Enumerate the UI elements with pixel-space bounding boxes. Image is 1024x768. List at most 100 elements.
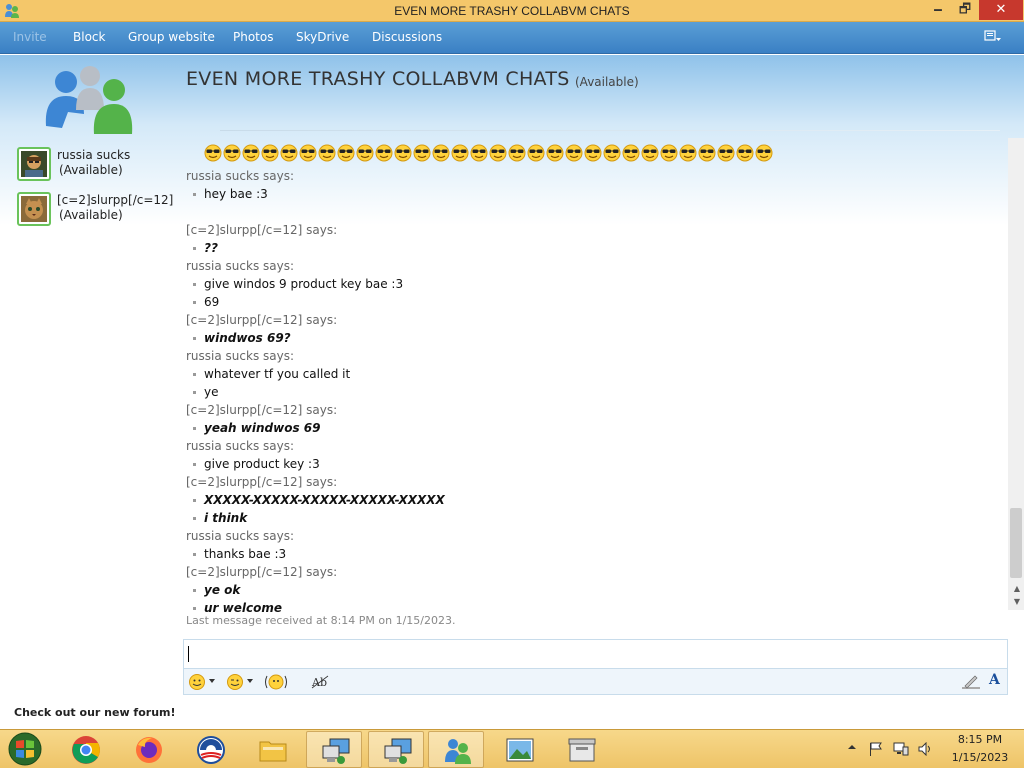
archive-icon xyxy=(568,738,596,762)
contact-status: (Available) xyxy=(59,163,123,177)
chat-title: EVEN MORE TRASHY COLLABVM CHATS xyxy=(186,68,570,90)
message-sender: russia sucks says: xyxy=(186,529,295,543)
message-history[interactable]: russia sucks says: hey bae :3 [c=2]slurpp[… xyxy=(186,138,1006,633)
message-text: hey bae :3 xyxy=(186,185,986,203)
network-icon[interactable] xyxy=(893,742,909,756)
contact-russia-sucks[interactable]: russia sucks (Available) xyxy=(17,147,177,187)
remote-desktop-2-taskbar-button[interactable] xyxy=(368,731,424,768)
photos-button[interactable]: Photos xyxy=(233,30,273,44)
sunglasses-emoticon-icon xyxy=(717,144,735,162)
obama-logo-taskbar-button[interactable] xyxy=(182,731,238,768)
contact-avatar-icon xyxy=(21,196,47,222)
sunglasses-emoticon-icon xyxy=(280,144,298,162)
sunglasses-emoticon-icon xyxy=(470,144,488,162)
sunglasses-emoticon-icon xyxy=(603,144,621,162)
message-text: ye xyxy=(186,383,986,401)
sunglasses-emoticon-icon xyxy=(394,144,412,162)
scroll-down-arrow-icon[interactable]: ▼ xyxy=(1012,597,1022,607)
message-sender: russia sucks says: xyxy=(186,169,295,183)
sunglasses-emoticon-icon xyxy=(242,144,260,162)
message-text: ye ok xyxy=(186,581,986,599)
font-button[interactable]: A xyxy=(989,672,1000,688)
nudge-icon[interactable] xyxy=(264,673,288,691)
sunglasses-emoticon-icon xyxy=(660,144,678,162)
show-hidden-icons-icon[interactable] xyxy=(847,742,857,752)
message-text: yeah windwos 69 xyxy=(186,419,986,437)
start-orb-icon xyxy=(8,732,42,766)
message-sender: russia sucks says: xyxy=(186,349,295,363)
message-sender: [c=2]slurpp[/c=12] says: xyxy=(186,403,338,417)
sunglasses-emoticon-icon xyxy=(527,144,545,162)
message-text: i think xyxy=(186,509,986,527)
invite-button[interactable]: Invite xyxy=(13,30,47,44)
forum-link[interactable]: Check out our new forum! xyxy=(14,706,176,719)
sunglasses-emoticon-icon xyxy=(261,144,279,162)
sunglasses-emoticon-icon xyxy=(546,144,564,162)
message-text: give product key :3 xyxy=(186,455,986,473)
wink-icon[interactable] xyxy=(226,673,244,691)
chrome-taskbar-button[interactable] xyxy=(57,731,113,768)
toolbar: Invite Block Group website Photos SkyDri… xyxy=(0,22,1024,54)
sunglasses-emoticon-icon xyxy=(698,144,716,162)
chevron-down-icon[interactable] xyxy=(209,679,215,683)
sunglasses-emoticon-icon xyxy=(299,144,317,162)
message-sender: russia sucks says: xyxy=(186,439,295,453)
sunglasses-emoticon-icon xyxy=(451,144,469,162)
menu-icon[interactable] xyxy=(984,29,1002,45)
sunglasses-emoticon-icon xyxy=(584,144,602,162)
flag-icon[interactable] xyxy=(868,742,884,756)
minimize-button[interactable]: 🗕 xyxy=(925,0,951,20)
sunglasses-emoticon-icon xyxy=(413,144,431,162)
maximize-button[interactable]: 🗗 xyxy=(952,0,978,20)
text-caret xyxy=(188,646,189,662)
message-text: 69 xyxy=(186,293,986,311)
skydrive-button[interactable]: SkyDrive xyxy=(296,30,349,44)
sunglasses-emoticon-icon xyxy=(356,144,374,162)
message-sender: [c=2]slurpp[/c=12] says: xyxy=(186,475,338,489)
volume-icon[interactable] xyxy=(917,742,933,756)
handwriting-icon[interactable] xyxy=(961,673,981,691)
obama-logo-icon xyxy=(197,736,225,764)
clock-date[interactable]: 1/15/2023 xyxy=(945,751,1015,764)
group-website-button[interactable]: Group website xyxy=(128,30,215,44)
emoticon-icon[interactable] xyxy=(188,673,206,691)
sunglasses-emoticon-icon xyxy=(565,144,583,162)
messenger-icon xyxy=(445,739,471,764)
clock-time[interactable]: 8:15 PM xyxy=(945,733,1015,746)
sunglasses-emoticon-icon xyxy=(204,144,222,162)
scrollbar-thumb[interactable] xyxy=(1010,508,1022,578)
file-explorer-taskbar-button[interactable] xyxy=(244,731,300,768)
sunglasses-emoticon-icon xyxy=(679,144,697,162)
chrome-icon xyxy=(72,736,100,764)
message-sender: [c=2]slurpp[/c=12] says: xyxy=(186,565,338,579)
sunglasses-emoticon-icon xyxy=(641,144,659,162)
photo-viewer-taskbar-button[interactable] xyxy=(491,731,547,768)
discussions-button[interactable]: Discussions xyxy=(372,30,442,44)
window-title: EVEN MORE TRASHY COLLABVM CHATS xyxy=(394,4,630,18)
sunglasses-emoticon-icon xyxy=(736,144,754,162)
message-list: russia sucks says: hey bae :3 [c=2]slurpp[… xyxy=(186,167,986,617)
font-style-icon[interactable]: Ab xyxy=(310,673,330,691)
message-text: windwos 69? xyxy=(186,329,986,347)
archive-taskbar-button[interactable] xyxy=(553,731,609,768)
contact-name: russia sucks xyxy=(57,148,131,162)
avatar xyxy=(17,192,51,226)
sunglasses-emoticon-icon xyxy=(337,144,355,162)
block-button[interactable]: Block xyxy=(73,30,105,44)
sunglasses-emoticon-icon xyxy=(489,144,507,162)
scroll-up-arrow-icon[interactable]: ▲ xyxy=(1012,584,1022,594)
message-input[interactable] xyxy=(183,639,1008,669)
contact-status: (Available) xyxy=(59,208,123,222)
sunglasses-emoticon-icon xyxy=(318,144,336,162)
firefox-taskbar-button[interactable] xyxy=(120,731,176,768)
chevron-down-icon[interactable] xyxy=(247,679,253,683)
message-text: give windos 9 product key bae :3 xyxy=(186,275,986,293)
messenger-taskbar-button[interactable] xyxy=(428,731,484,768)
contact-slurpp[interactable]: [c=2]slurpp[/c=12] (Available) xyxy=(17,192,177,232)
sunglasses-emoticon-icon xyxy=(375,144,393,162)
close-button[interactable]: ✕ xyxy=(979,0,1023,20)
sunglasses-emoticon-icon xyxy=(223,144,241,162)
start-button[interactable] xyxy=(0,731,56,768)
remote-desktop-taskbar-button[interactable] xyxy=(306,731,362,768)
